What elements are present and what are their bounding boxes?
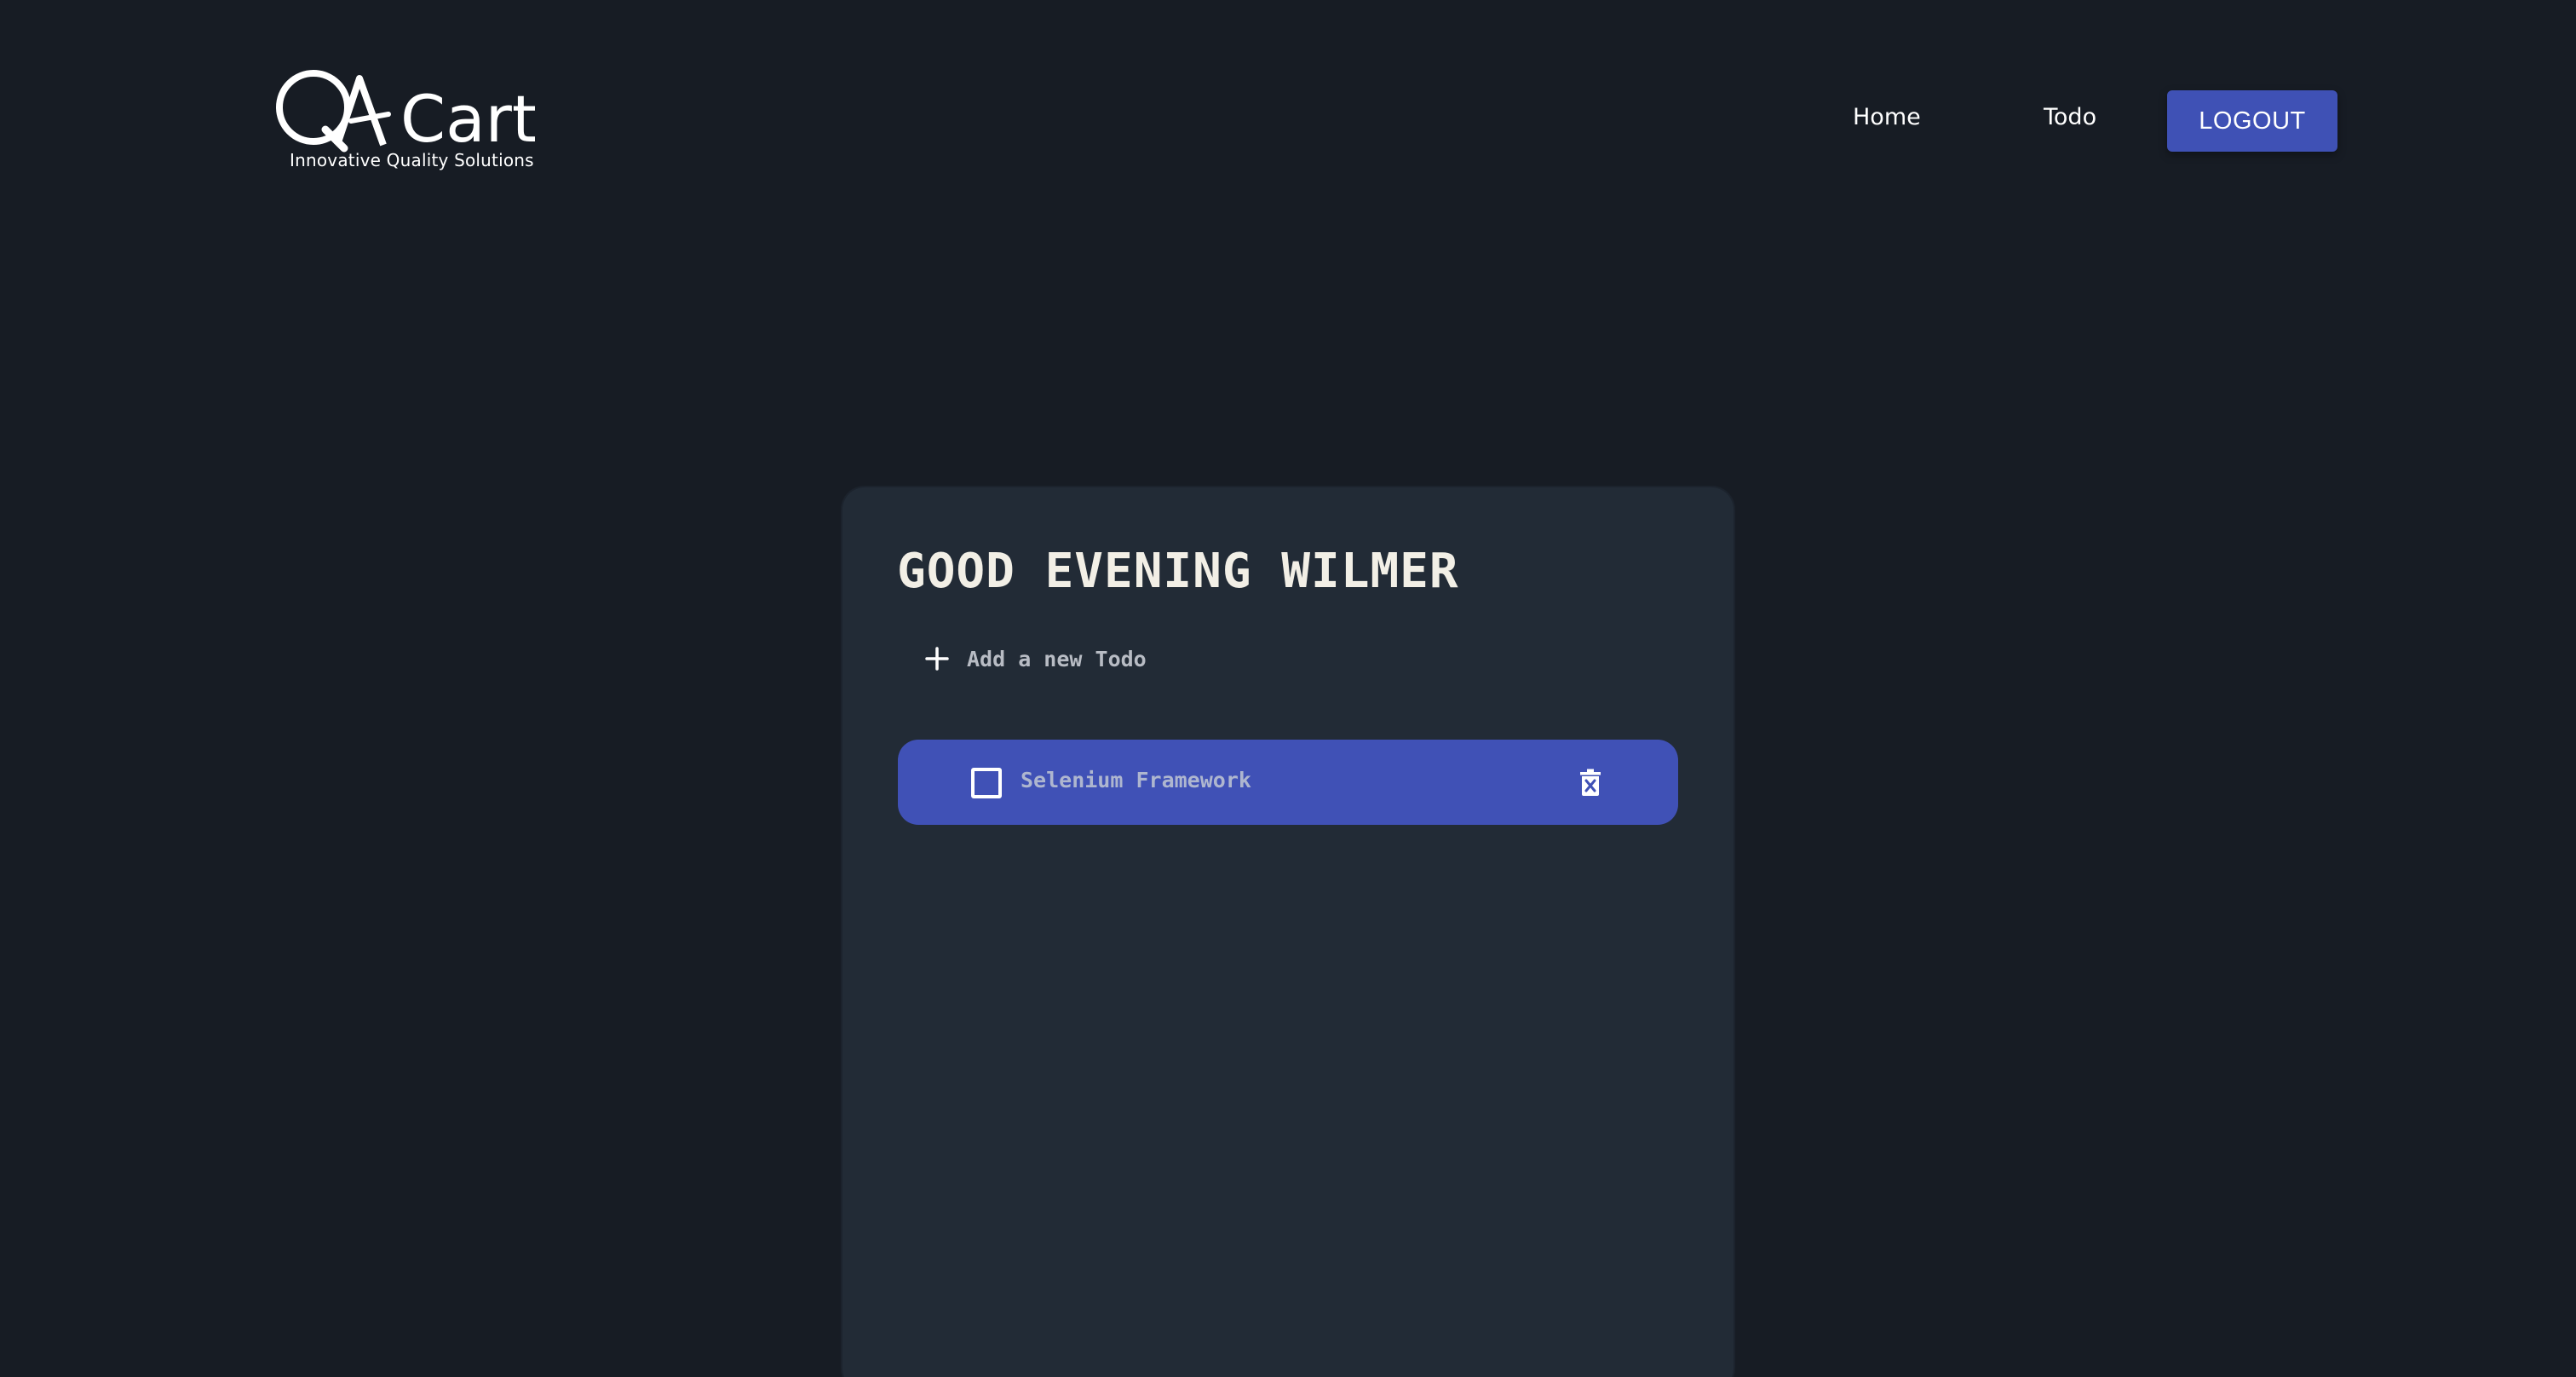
todo-item-text: Selenium Framework	[1021, 768, 1251, 792]
logo-tagline: Innovative Quality Solutions	[290, 150, 534, 170]
nav-home-link[interactable]: Home	[1853, 104, 1921, 130]
nav-todo-link[interactable]: Todo	[2044, 104, 2096, 130]
trash-icon[interactable]	[1573, 765, 1607, 799]
checkbox-empty-icon[interactable]	[971, 768, 1002, 798]
add-todo-input[interactable]	[967, 646, 1325, 671]
logo-wordmark: Cart	[400, 81, 535, 153]
greeting-title: GOOD EVENING WILMER	[897, 544, 1459, 599]
todo-card: GOOD EVENING WILMER Selenium Framework	[842, 487, 1734, 1377]
plus-icon[interactable]	[916, 637, 958, 680]
qacart-logo[interactable]: Cart Innovative Quality Solutions	[274, 68, 535, 179]
add-todo-row[interactable]	[916, 637, 1342, 680]
logo-mark: Cart	[276, 70, 535, 153]
logout-button[interactable]: LOGOUT	[2167, 90, 2337, 152]
todo-item[interactable]: Selenium Framework	[898, 740, 1678, 825]
